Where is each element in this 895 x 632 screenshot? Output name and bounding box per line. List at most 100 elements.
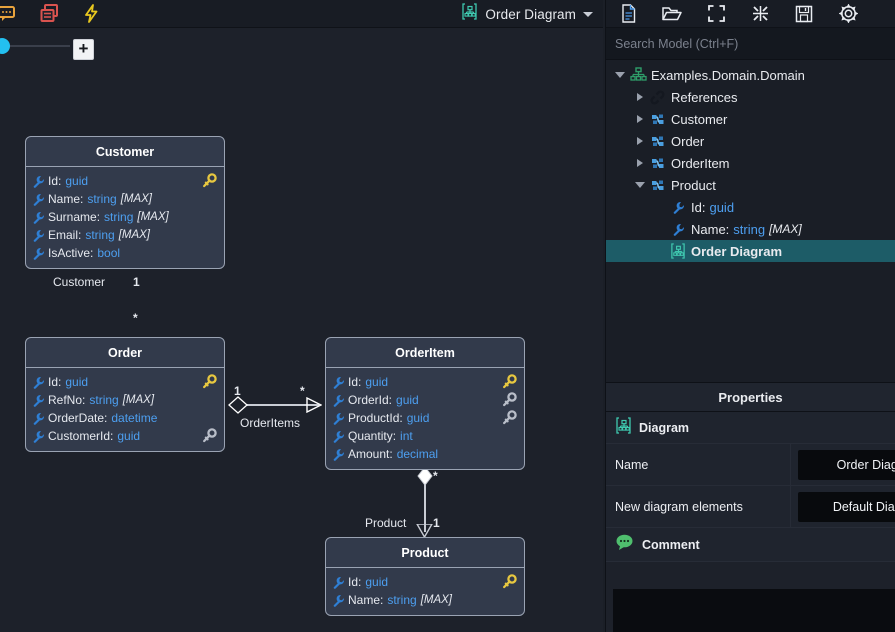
add-element-button[interactable]: + (73, 39, 94, 60)
chevron-down-icon[interactable] (583, 11, 593, 17)
tree-item-id[interactable]: Id: guid (606, 196, 895, 218)
entity-property-row[interactable]: CustomerId: guid (26, 427, 224, 445)
tree-item-type: string (733, 221, 766, 237)
diagram-title-group[interactable]: Order Diagram (461, 0, 593, 28)
diagram-canvas[interactable]: Customer 1 * OrderItems 1 * Product * 1 … (0, 64, 603, 632)
save-icon[interactable] (782, 0, 826, 28)
open-folder-icon[interactable] (650, 0, 694, 28)
chevron-right-icon[interactable] (632, 115, 648, 123)
diagram-icon (615, 416, 632, 439)
entity-property-row[interactable]: RefNo: string [MAX] (26, 391, 224, 409)
entity-property-list: Id: guid Name: string [MAX] Surname: string [MA… (26, 167, 224, 268)
relationship-arrow-product (416, 524, 433, 538)
entity-property-list: Id: guid Name: string [MAX] (326, 568, 524, 615)
relationship-label-product: Product (365, 516, 407, 530)
tree-item-orderitem[interactable]: OrderItem (606, 152, 895, 174)
tree-item-label: Id: (691, 199, 706, 215)
comment-textarea[interactable] (613, 589, 895, 632)
tree-item-name[interactable]: Name: string [MAX] (606, 218, 895, 240)
wrench-icon (332, 448, 345, 461)
wrench-icon (332, 394, 345, 407)
entity-property-row[interactable]: Amount: decimal (326, 445, 524, 463)
tree-item-order-diagram[interactable]: Order Diagram (606, 240, 895, 262)
entity-property-row[interactable]: Email: string [MAX] (26, 226, 224, 244)
chevron-right-icon[interactable] (632, 93, 648, 101)
foreign-key-icon (502, 410, 517, 428)
model-tree-icon (628, 67, 648, 83)
tree-item-label: Order Diagram (691, 243, 783, 259)
tree-item-type: guid (709, 199, 735, 215)
wrench-icon (32, 247, 45, 260)
entity-box[interactable]: OrderItem Id: guid OrderId: guid ProductId: gu… (325, 337, 525, 470)
entity-property-row[interactable]: Id: guid (326, 373, 524, 391)
tree-item-label: Examples.Domain.Domain (651, 67, 805, 83)
chevron-down-icon[interactable] (632, 182, 648, 188)
primary-key-icon (202, 374, 217, 392)
expand-icon[interactable] (694, 0, 738, 28)
entity-property-row[interactable]: IsActive: bool (26, 244, 224, 262)
entity-property-name: Id: (348, 575, 362, 589)
zoom-slider[interactable] (0, 38, 74, 54)
chevron-right-icon[interactable] (632, 137, 648, 145)
foreign-key-icon (202, 428, 217, 446)
entity-property-row[interactable]: Id: guid (326, 573, 524, 591)
application-window: Order Diagram + Customer 1 * OrderItems … (0, 0, 895, 632)
foreign-key-icon (502, 392, 517, 410)
entity-property-row[interactable]: OrderId: guid (326, 391, 524, 409)
entity-property-type: guid (365, 375, 389, 389)
entity-property-max: [MAX] (122, 394, 155, 406)
diagram-toolbar: Order Diagram (0, 0, 603, 28)
entity-property-type: decimal (396, 447, 439, 461)
settings-gear-icon[interactable] (826, 0, 870, 28)
zoom-slider-thumb[interactable] (0, 38, 10, 54)
entity-box[interactable]: Product Id: guid Name: string [MAX] (325, 537, 525, 616)
wrench-icon (32, 211, 45, 224)
entity-property-row[interactable]: Name: string [MAX] (326, 591, 524, 609)
tree-item-max: [MAX] (769, 222, 802, 236)
collapse-icon[interactable] (738, 0, 782, 28)
lightning-bolt-icon[interactable] (70, 0, 112, 28)
tree-item-label: OrderItem (671, 155, 730, 171)
entity-property-row[interactable]: Id: guid (26, 172, 224, 190)
entity-property-row[interactable]: Surname: string [MAX] (26, 208, 224, 226)
entity-box[interactable]: Customer Id: guid Name: string [MAX] Surname: s… (25, 136, 225, 269)
entity-property-row[interactable]: Quantity: int (326, 427, 524, 445)
diagram-icon (668, 243, 688, 259)
model-tree[interactable]: Examples.Domain.Domain References Customer… (606, 60, 895, 382)
relationship-mult-customer-many: * (133, 311, 138, 325)
tree-item-customer[interactable]: Customer (606, 108, 895, 130)
entity-property-list: Id: guid RefNo: string [MAX] OrderDate: dateti… (26, 368, 224, 451)
entity-property-row[interactable]: OrderDate: datetime (26, 409, 224, 427)
properties-header: Properties (606, 382, 895, 412)
chevron-down-icon[interactable] (612, 72, 628, 78)
entity-property-row[interactable]: Id: guid (26, 373, 224, 391)
new-file-icon[interactable] (606, 0, 650, 28)
entity-title: Product (326, 538, 524, 568)
search-input[interactable] (615, 36, 895, 51)
wrench-icon (32, 193, 45, 206)
entity-property-row[interactable]: Name: string [MAX] (26, 190, 224, 208)
link-icon (648, 89, 668, 105)
new-diagram-elements-field[interactable] (798, 492, 895, 522)
tree-item-references[interactable]: References (606, 86, 895, 108)
tree-item-examples-domain-domain[interactable]: Examples.Domain.Domain (606, 64, 895, 86)
name-field[interactable] (798, 450, 895, 480)
relationship-mult-product-1: 1 (433, 516, 440, 530)
relationship-mult-product-many: * (433, 469, 438, 483)
entity-property-row[interactable]: ProductId: guid (326, 409, 524, 427)
tree-item-product[interactable]: Product (606, 174, 895, 196)
entity-box[interactable]: Order Id: guid RefNo: string [MAX] OrderDate: d… (25, 337, 225, 452)
tree-item-label: Product (671, 177, 716, 193)
wrench-icon (332, 594, 345, 607)
search-model-bar[interactable] (606, 28, 895, 60)
tree-item-order[interactable]: Order (606, 130, 895, 152)
comment-icon[interactable] (0, 0, 28, 28)
chevron-right-icon[interactable] (632, 159, 648, 167)
entity-property-name: CustomerId: (48, 429, 114, 443)
property-row-name: Name (606, 444, 895, 486)
entity-property-type: string (104, 210, 134, 224)
copy-document-icon[interactable] (28, 0, 70, 28)
entity-property-type: guid (65, 375, 89, 389)
wrench-icon (32, 175, 45, 188)
entity-property-name: Id: (348, 375, 362, 389)
